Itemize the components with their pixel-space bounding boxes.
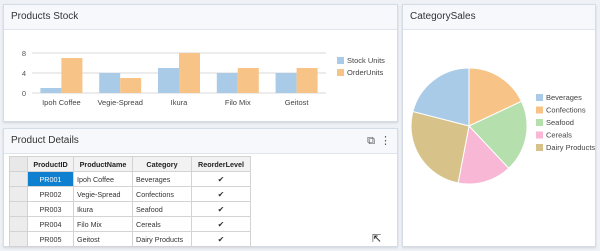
bar-orderunits[interactable] [237, 68, 259, 93]
legend-label: Seafood [546, 118, 574, 127]
bar-stock-units[interactable] [99, 73, 121, 93]
checkbox-checked-icon[interactable]: ✔ [218, 175, 225, 184]
table-row[interactable]: PR003 Ikura Seafood ✔ [9, 201, 251, 217]
cell-productid[interactable]: PR002 [27, 186, 74, 202]
bar-stock-units[interactable] [40, 88, 62, 93]
cell-productname[interactable]: Vegie-Spread [73, 186, 133, 202]
legend-swatch [337, 57, 344, 64]
cell-productid[interactable]: PR003 [27, 201, 74, 217]
cell-productid[interactable]: PR004 [27, 216, 74, 232]
mouse-cursor-icon: ⇱ [372, 233, 382, 245]
cell-category[interactable]: Cereals [132, 216, 192, 232]
table-row[interactable]: PR001 Ipoh Coffee Beverages ✔ [9, 171, 251, 187]
legend-swatch [536, 119, 543, 126]
cell-productname[interactable]: Ikura [73, 201, 133, 217]
cell-category[interactable]: Beverages [132, 171, 192, 187]
products-stock-bar-chart: 8 4 0 Ipoh Coffee Vegie-Spread Ikura Filo Mix G… [22, 49, 385, 107]
checkbox-checked-icon[interactable]: ✔ [218, 220, 225, 229]
x-tick-label: Vegie-Spread [97, 98, 142, 107]
row-header[interactable] [9, 201, 28, 217]
cell-reorderlevel[interactable]: ✔ [191, 216, 251, 232]
grid-empty-area[interactable] [269, 156, 397, 243]
table-row[interactable]: PR004 Filo Mix Cereals ✔ [9, 216, 251, 232]
cell-productname[interactable]: Geitost [73, 231, 133, 247]
row-header[interactable] [9, 171, 28, 187]
bar-orderunits[interactable] [61, 58, 83, 93]
product-table: ProductID ProductName Category ReorderLe… [9, 156, 251, 247]
panel-title: CategorySales [403, 5, 595, 30]
legend-swatch [536, 144, 543, 151]
bar-stock-units[interactable] [216, 73, 238, 93]
cell-productid[interactable]: PR001 [27, 171, 74, 187]
panel-title: Products Stock [4, 5, 397, 30]
table-row[interactable]: PR002 Vegie-Spread Confections ✔ [9, 186, 251, 202]
cell-reorderlevel[interactable]: ✔ [191, 186, 251, 202]
cell-reorderlevel[interactable]: ✔ [191, 231, 251, 247]
x-tick-label: Filo Mix [225, 98, 251, 107]
x-tick-label: Ipoh Coffee [42, 98, 81, 107]
legend-swatch [536, 106, 543, 114]
bar-stock-units[interactable] [275, 73, 297, 93]
more-options-icon[interactable]: ⋮ [380, 135, 391, 147]
row-header-corner [9, 156, 28, 172]
checkbox-checked-icon[interactable]: ✔ [218, 205, 225, 214]
category-sales-pie-chart: Beverages Confections Seafood Cereals Dairy … [410, 67, 595, 185]
legend-swatch [536, 131, 543, 139]
row-header[interactable] [9, 186, 28, 202]
header-row: ProductID ProductName Category ReorderLe… [9, 156, 251, 172]
panel-title: Product Details ⧉ ⋮ [4, 129, 397, 154]
x-tick-label: Geitost [285, 98, 310, 107]
y-tick-label: 0 [22, 89, 26, 98]
legend-label: Confections [546, 106, 586, 115]
y-tick-label: 4 [22, 69, 26, 78]
cell-reorderlevel[interactable]: ✔ [191, 171, 251, 187]
cell-category[interactable]: Confections [132, 186, 192, 202]
legend-label: Beverages [546, 93, 582, 102]
checkbox-checked-icon[interactable]: ✔ [218, 190, 225, 199]
x-tick-label: Ikura [171, 98, 189, 107]
row-header[interactable] [9, 231, 28, 247]
cell-productname[interactable]: Ipoh Coffee [73, 171, 133, 187]
column-header-category[interactable]: Category [132, 156, 192, 172]
legend-label: Cereals [546, 131, 572, 140]
legend-label: Stock Units [347, 56, 385, 65]
legend-swatch [536, 94, 543, 101]
column-header-productid[interactable]: ProductID [27, 156, 74, 172]
panel-title-text: Product Details [11, 135, 79, 146]
export-icon[interactable]: ⧉ [367, 135, 375, 147]
legend-swatch [337, 69, 344, 76]
checkbox-checked-icon[interactable]: ✔ [218, 235, 225, 244]
cell-category[interactable]: Seafood [132, 201, 192, 217]
column-header-productname[interactable]: ProductName [73, 156, 133, 172]
bar-orderunits[interactable] [296, 68, 318, 93]
cell-category[interactable]: Dairy Products [132, 231, 192, 247]
y-tick-label: 8 [22, 49, 26, 58]
category-sales-panel: CategorySales Beverages Confections Seafoo… [402, 4, 596, 247]
products-stock-panel: Products Stock 8 4 0 Ipoh Coffee Vegie-Sprea… [3, 4, 398, 122]
table-row[interactable]: PR005 Geitost Dairy Products ✔ [9, 231, 251, 247]
product-details-panel: Product Details ⧉ ⋮ ProductID ProductNam… [3, 128, 398, 247]
bar-orderunits[interactable] [179, 53, 200, 93]
row-header[interactable] [9, 216, 28, 232]
legend-label: OrderUnits [347, 68, 384, 77]
product-grid: ProductID ProductName Category ReorderLe… [9, 156, 397, 247]
column-header-reorderlevel[interactable]: ReorderLevel [191, 156, 251, 172]
cell-productname[interactable]: Filo Mix [73, 216, 133, 232]
cell-reorderlevel[interactable]: ✔ [191, 201, 251, 217]
bar-orderunits[interactable] [120, 78, 142, 93]
cell-productid[interactable]: PR005 [27, 231, 74, 247]
legend-label: Dairy Products [546, 143, 595, 152]
bar-stock-units[interactable] [158, 68, 179, 93]
